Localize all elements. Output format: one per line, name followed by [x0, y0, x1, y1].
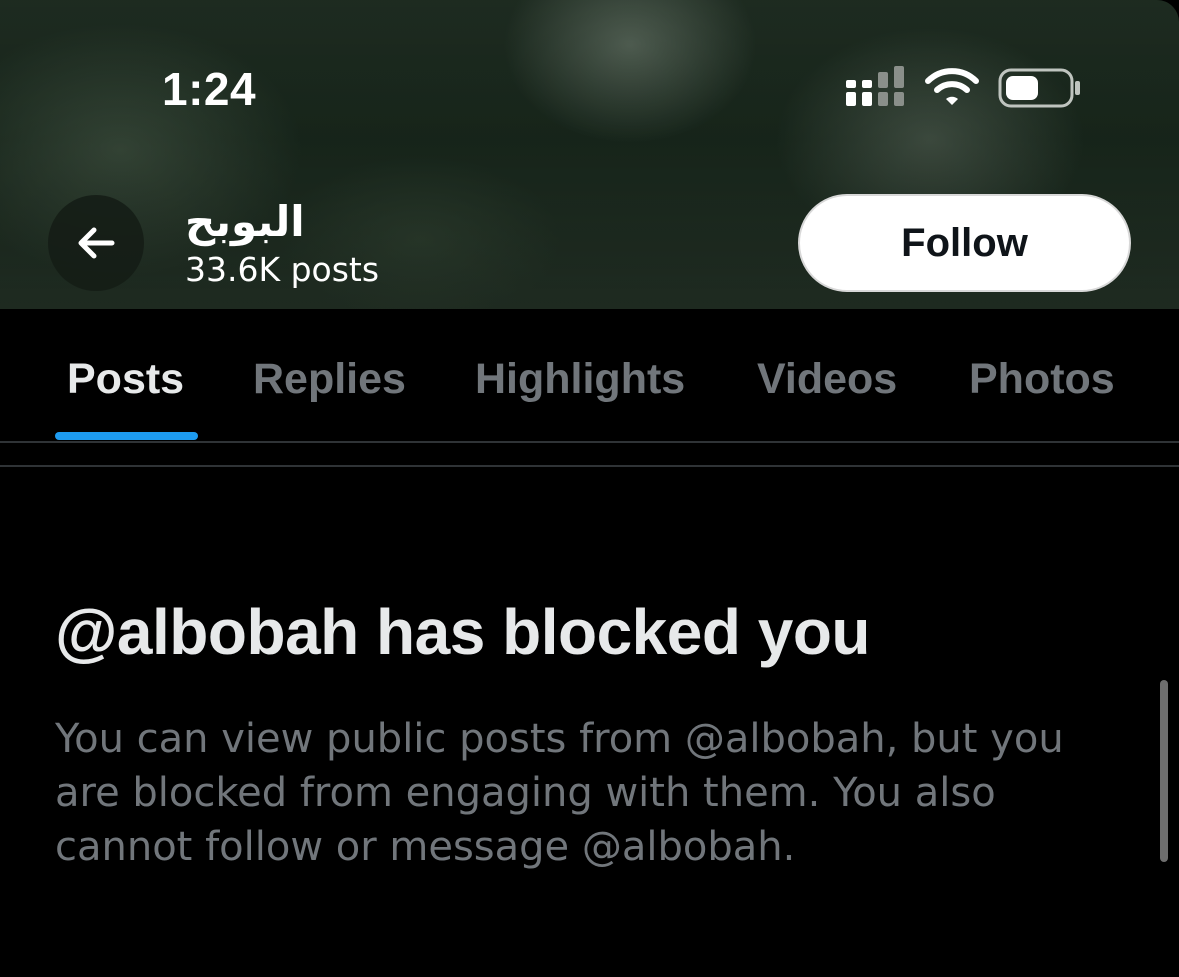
scrollbar[interactable] [1160, 680, 1168, 862]
blocked-title: @albobah has blocked you [55, 596, 871, 668]
content-divider [0, 465, 1179, 467]
profile-header-banner: 1:24 البوبح 33.6K posts Follow [0, 0, 1179, 309]
tabs-divider [0, 441, 1179, 443]
blocked-description: You can view public posts from @albobah,… [55, 716, 1064, 870]
active-tab-indicator [55, 432, 198, 440]
follow-button[interactable]: Follow [798, 194, 1131, 292]
arrow-left-icon [78, 227, 115, 259]
tab-highlights[interactable]: Highlights [475, 355, 685, 404]
status-time: 1:24 [162, 63, 257, 115]
cellular-signal-icon [846, 66, 904, 106]
wifi-icon [925, 68, 979, 105]
tab-posts[interactable]: Posts [67, 355, 184, 404]
battery-icon [998, 68, 1080, 108]
profile-display-name: البوبح [185, 197, 305, 246]
tab-replies[interactable]: Replies [253, 355, 406, 404]
tab-videos[interactable]: Videos [757, 355, 897, 404]
profile-tabs: Posts Replies Highlights Videos Photos [0, 309, 1179, 441]
tab-photos[interactable]: Photos [969, 355, 1115, 404]
back-button[interactable] [48, 195, 144, 291]
profile-post-count: 33.6K posts [185, 250, 380, 289]
